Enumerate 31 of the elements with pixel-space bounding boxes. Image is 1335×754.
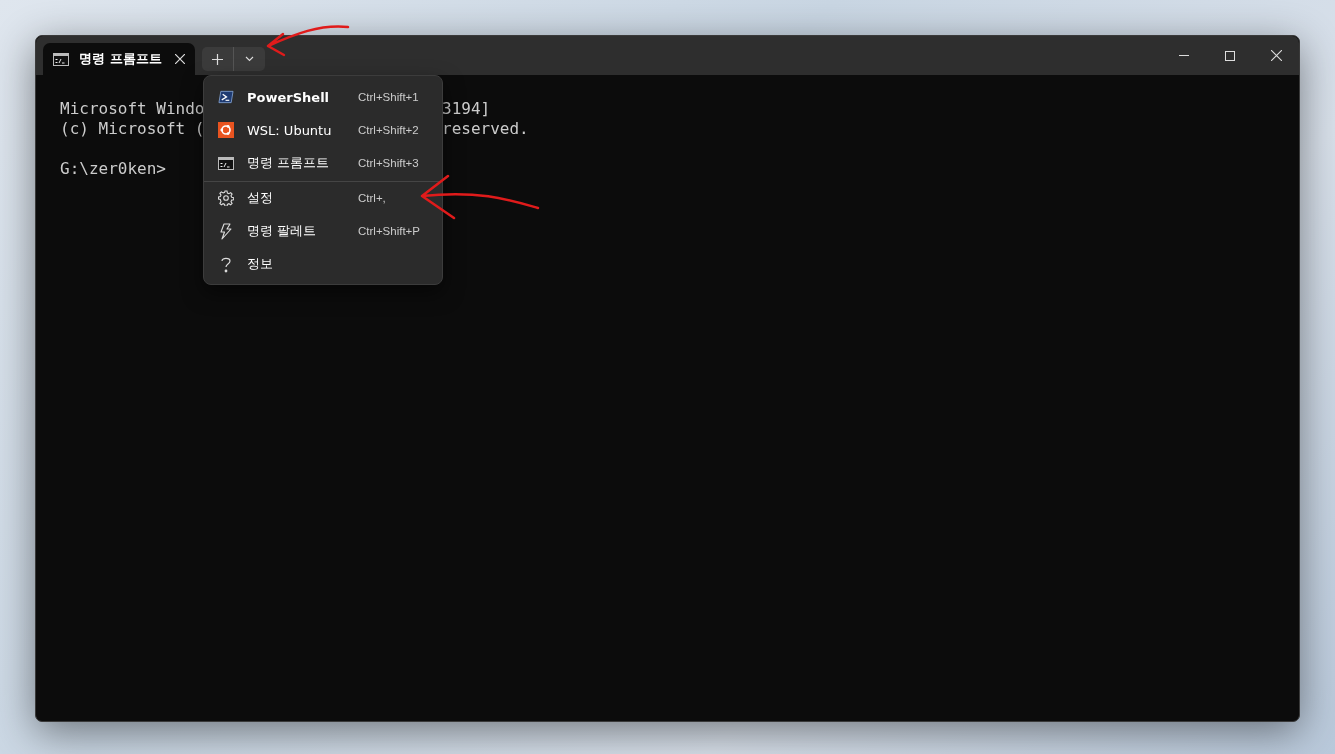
settings-icon <box>218 190 234 206</box>
plus-icon <box>212 53 223 65</box>
terminal-text: Microsoft Windo <box>60 99 205 119</box>
menu-item[interactable]: WSL: Ubuntu Ctrl+Shift+2 <box>204 113 442 146</box>
tab[interactable]: 명령 프롬프트 <box>43 43 195 75</box>
circle-logo-icon <box>218 122 234 138</box>
close-tab-button[interactable] <box>175 51 185 67</box>
shortcut-text: Ctrl+Shift+1 <box>358 91 420 103</box>
menu-item[interactable]: 설정 Ctrl+, <box>204 181 442 214</box>
maximize-icon <box>1225 50 1235 61</box>
shortcut-text: Ctrl+Shift+3 <box>358 157 420 169</box>
shortcut-text: Ctrl+, <box>358 192 387 204</box>
console-icon <box>53 52 69 66</box>
menu-item[interactable]: 정보 <box>204 247 442 280</box>
close-icon <box>1270 50 1282 61</box>
shortcut-text: Ctrl+Shift+2 <box>358 124 420 136</box>
lightning-icon <box>219 222 233 240</box>
terminal-text: G:\zer0ken> <box>60 159 166 179</box>
menu-item[interactable]: 명령 프롬프트 Ctrl+Shift+3 <box>204 146 442 179</box>
close-icon <box>175 54 185 64</box>
terminal-text: 3194] <box>442 99 491 119</box>
prompt-icon <box>218 90 234 104</box>
menu-item[interactable]: 명령 팔레트 Ctrl+Shift+P <box>204 214 442 247</box>
minimize-icon <box>1179 55 1189 56</box>
chevron-down-icon <box>245 56 254 62</box>
menu-item[interactable]: PowerShell Ctrl+Shift+1 <box>204 80 442 113</box>
shortcut-text: Ctrl+Shift+P <box>358 225 421 237</box>
console-icon <box>218 156 234 170</box>
terminal-text: reserved. <box>442 119 529 139</box>
terminal-text: (c) Microsoft ( <box>60 119 205 139</box>
question-mark-icon <box>220 255 232 273</box>
